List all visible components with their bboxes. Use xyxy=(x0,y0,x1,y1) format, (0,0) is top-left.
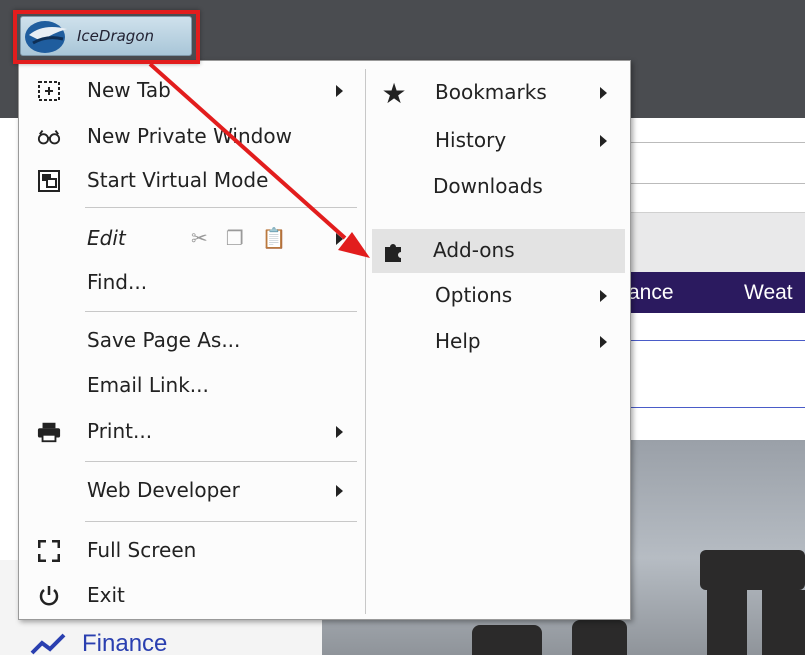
paste-icon[interactable]: 📋 xyxy=(262,226,287,250)
edit-tools: ✂ ❐ 📋 xyxy=(191,226,287,250)
app-menu: New Tab New Private Window Start Virtual… xyxy=(18,60,631,620)
glasses-icon xyxy=(37,125,61,149)
menu-edit-label: Edit xyxy=(87,226,126,250)
menu-separator xyxy=(85,311,357,312)
menu-start-virtual-mode-label: Start Virtual Mode xyxy=(87,168,269,192)
new-tab-icon xyxy=(37,79,61,103)
menu-downloads-label: Downloads xyxy=(433,174,543,198)
menu-options-label: Options xyxy=(435,283,513,307)
menu-new-tab[interactable]: New Tab xyxy=(29,71,359,111)
menu-start-virtual-mode[interactable]: Start Virtual Mode xyxy=(29,161,359,201)
star-icon: ★ xyxy=(381,76,407,110)
submenu-arrow-icon xyxy=(600,87,607,99)
annotation-highlight-box xyxy=(13,10,200,64)
menu-web-developer[interactable]: Web Developer xyxy=(29,471,359,511)
nav-link-finance[interactable]: ance xyxy=(628,281,674,305)
menu-edit[interactable]: Edit ✂ ❐ 📋 xyxy=(29,219,359,259)
menu-new-private-window-label: New Private Window xyxy=(87,124,292,148)
menu-help[interactable]: Help xyxy=(372,322,625,362)
menu-history-label: History xyxy=(435,128,507,152)
menu-save-page-as-label: Save Page As... xyxy=(87,328,241,352)
submenu-arrow-icon xyxy=(336,85,343,97)
menu-separator xyxy=(85,521,357,522)
tab-toolbar xyxy=(620,212,805,272)
submenu-arrow-icon xyxy=(600,336,607,348)
submenu-arrow-icon xyxy=(600,135,607,147)
menu-addons[interactable]: Add-ons xyxy=(372,229,625,273)
menu-separator xyxy=(85,207,357,208)
submenu-arrow-icon xyxy=(600,290,607,302)
menu-addons-label: Add-ons xyxy=(433,238,515,262)
menu-print[interactable]: Print... xyxy=(29,412,359,452)
cut-icon[interactable]: ✂ xyxy=(191,226,208,250)
printer-icon xyxy=(37,420,61,444)
submenu-arrow-icon xyxy=(336,233,343,245)
virtual-mode-icon xyxy=(37,169,61,193)
copy-icon[interactable]: ❐ xyxy=(226,226,244,250)
menu-new-tab-label: New Tab xyxy=(87,78,171,102)
menu-bookmarks[interactable]: ★ Bookmarks xyxy=(372,73,625,113)
menu-new-private-window[interactable]: New Private Window xyxy=(29,117,359,157)
menu-separator xyxy=(85,461,357,462)
nav-link-weather[interactable]: Weat xyxy=(744,281,793,305)
menu-column-divider xyxy=(365,69,366,614)
menu-history[interactable]: History xyxy=(372,121,625,161)
menu-help-label: Help xyxy=(435,329,481,353)
screen: { "app_button": {"label": "IceDragon"}, … xyxy=(0,0,805,655)
menu-options[interactable]: Options xyxy=(372,276,625,316)
fullscreen-icon xyxy=(37,539,61,563)
sidebar-finance-label: Finance xyxy=(82,630,168,655)
finance-chart-icon xyxy=(30,633,66,655)
sidebar-finance-link[interactable]: Finance xyxy=(30,630,167,655)
menu-bookmarks-label: Bookmarks xyxy=(435,80,547,104)
menu-find-label: Find... xyxy=(87,270,148,294)
menu-email-link-label: Email Link... xyxy=(87,373,209,397)
power-icon xyxy=(37,584,61,608)
menu-find[interactable]: Find... xyxy=(29,263,359,303)
menu-email-link[interactable]: Email Link... xyxy=(29,366,359,406)
submenu-arrow-icon xyxy=(336,426,343,438)
submenu-arrow-icon xyxy=(336,485,343,497)
menu-exit[interactable]: Exit xyxy=(29,576,359,616)
menu-exit-label: Exit xyxy=(87,583,125,607)
puzzle-piece-icon xyxy=(382,239,406,263)
menu-full-screen-label: Full Screen xyxy=(87,538,197,562)
menu-print-label: Print... xyxy=(87,419,153,443)
menu-save-page-as[interactable]: Save Page As... xyxy=(29,321,359,361)
menu-downloads[interactable]: Downloads xyxy=(372,167,625,207)
menu-full-screen[interactable]: Full Screen xyxy=(29,531,359,571)
menu-web-developer-label: Web Developer xyxy=(87,478,240,502)
